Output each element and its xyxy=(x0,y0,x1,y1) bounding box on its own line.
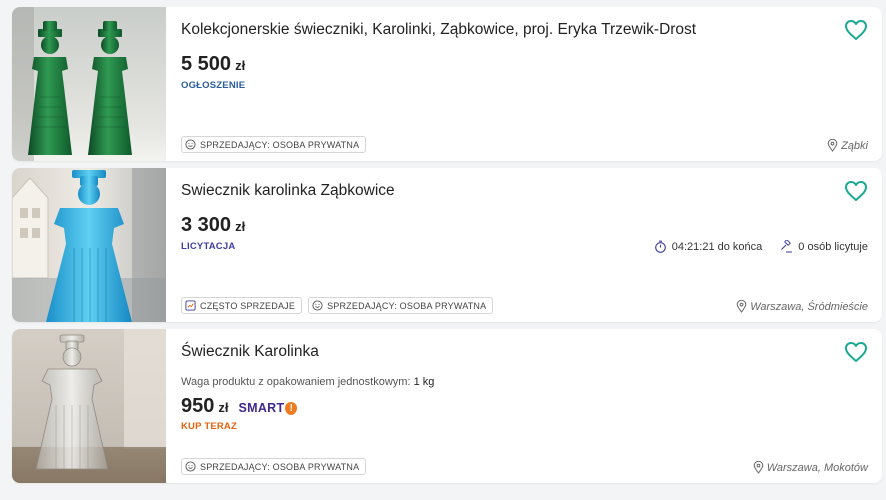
frequent-seller-badge: CZĘSTO SPRZEDAJE xyxy=(181,297,303,314)
clear-candlestick-image xyxy=(12,329,166,483)
gavel-icon xyxy=(781,240,793,253)
seller-badges: SPRZEDAJĄCY: OSOBA PRYWATNA xyxy=(181,458,367,475)
listing-image[interactable] xyxy=(12,168,166,322)
listing-location: Warszawa, Śródmieście xyxy=(736,300,868,313)
price-row: 5 500 zł xyxy=(181,53,245,76)
green-candlesticks-image xyxy=(12,7,166,161)
bidder-count: 0 osób licytuje xyxy=(780,240,868,253)
listing-price: 3 300 xyxy=(181,214,232,236)
seller-type-badge: SPRZEDAJĄCY: OSOBA PRYWATNA xyxy=(308,297,494,314)
badge-label: SPRZEDAJĄCY: OSOBA PRYWATNA xyxy=(200,139,360,150)
weight-label: Waga produktu z opakowaniem jednostkowym… xyxy=(181,376,411,388)
smiley-icon xyxy=(185,461,196,472)
map-pin-icon xyxy=(753,461,764,474)
smart-exclamation-icon: ! xyxy=(285,401,298,415)
listing-type-label: LICYTACJA xyxy=(181,241,236,252)
listing-type-label: OGŁOSZENIE xyxy=(181,80,246,91)
smiley-icon xyxy=(312,300,323,311)
blue-candlestick-image xyxy=(12,168,166,322)
price-currency: zł xyxy=(235,219,246,234)
bidders-label: 0 osób licytuje xyxy=(798,240,868,253)
smart-badge: SMART ! xyxy=(239,401,298,415)
weight-value: 1 kg xyxy=(413,376,435,388)
location-label: Warszawa, Śródmieście xyxy=(750,300,868,313)
seller-type-badge: SPRZEDAJĄCY: OSOBA PRYWATNA xyxy=(181,458,367,475)
listing-card[interactable]: Swiecznik karolinka Ząbkowice 3 300 zł L… xyxy=(12,168,882,322)
seller-type-badge: SPRZEDAJĄCY: OSOBA PRYWATNA xyxy=(181,136,367,153)
listing-title[interactable]: Kolekcjonerskie świeczniki, Karolinki, Z… xyxy=(181,21,696,39)
badge-label: SPRZEDAJĄCY: OSOBA PRYWATNA xyxy=(200,461,360,472)
heart-outline-icon[interactable] xyxy=(844,341,868,363)
listing-location: Ząbki xyxy=(827,139,868,152)
price-currency: zł xyxy=(218,400,229,415)
listing-type-label: KUP TERAZ xyxy=(181,421,237,432)
price-currency: zł xyxy=(235,58,246,73)
listing-title[interactable]: Świecznik Karolinka xyxy=(181,343,319,361)
seller-badges: SPRZEDAJĄCY: OSOBA PRYWATNA xyxy=(181,136,367,153)
map-pin-icon xyxy=(736,300,747,313)
listing-image[interactable] xyxy=(12,329,166,483)
stopwatch-icon xyxy=(654,240,666,253)
smart-label: SMART xyxy=(238,401,285,415)
location-label: Ząbki xyxy=(841,139,868,152)
listing-card[interactable]: Świecznik Karolinka Waga produktu z opak… xyxy=(12,329,882,483)
listing-location: Warszawa, Mokotów xyxy=(753,461,868,474)
listing-image[interactable] xyxy=(12,7,166,161)
chart-box-icon xyxy=(185,300,196,311)
auction-info: 04:21:21 do końca 0 osób licytuje xyxy=(654,240,868,253)
listing-price: 5 500 xyxy=(181,53,232,75)
badge-label: CZĘSTO SPRZEDAJE xyxy=(200,300,296,311)
heart-outline-icon[interactable] xyxy=(844,19,868,41)
listing-price: 950 xyxy=(181,395,215,417)
badge-label: SPRZEDAJĄCY: OSOBA PRYWATNA xyxy=(327,300,487,311)
price-row: 950 zł SMART ! xyxy=(181,395,298,418)
listing-card[interactable]: Kolekcjonerskie świeczniki, Karolinki, Z… xyxy=(12,7,882,161)
time-left-label: 04:21:21 do końca xyxy=(671,240,763,253)
price-row: 3 300 zł xyxy=(181,214,245,237)
product-weight: Waga produktu z opakowaniem jednostkowym… xyxy=(181,376,434,388)
map-pin-icon xyxy=(827,139,838,152)
smiley-icon xyxy=(185,139,196,150)
time-left: 04:21:21 do końca xyxy=(654,240,763,253)
location-label: Warszawa, Mokotów xyxy=(766,461,868,474)
seller-badges: CZĘSTO SPRZEDAJE SPRZEDAJĄCY: OSOBA PRYW… xyxy=(181,297,494,314)
heart-outline-icon[interactable] xyxy=(844,180,868,202)
listing-title[interactable]: Swiecznik karolinka Ząbkowice xyxy=(181,182,395,200)
